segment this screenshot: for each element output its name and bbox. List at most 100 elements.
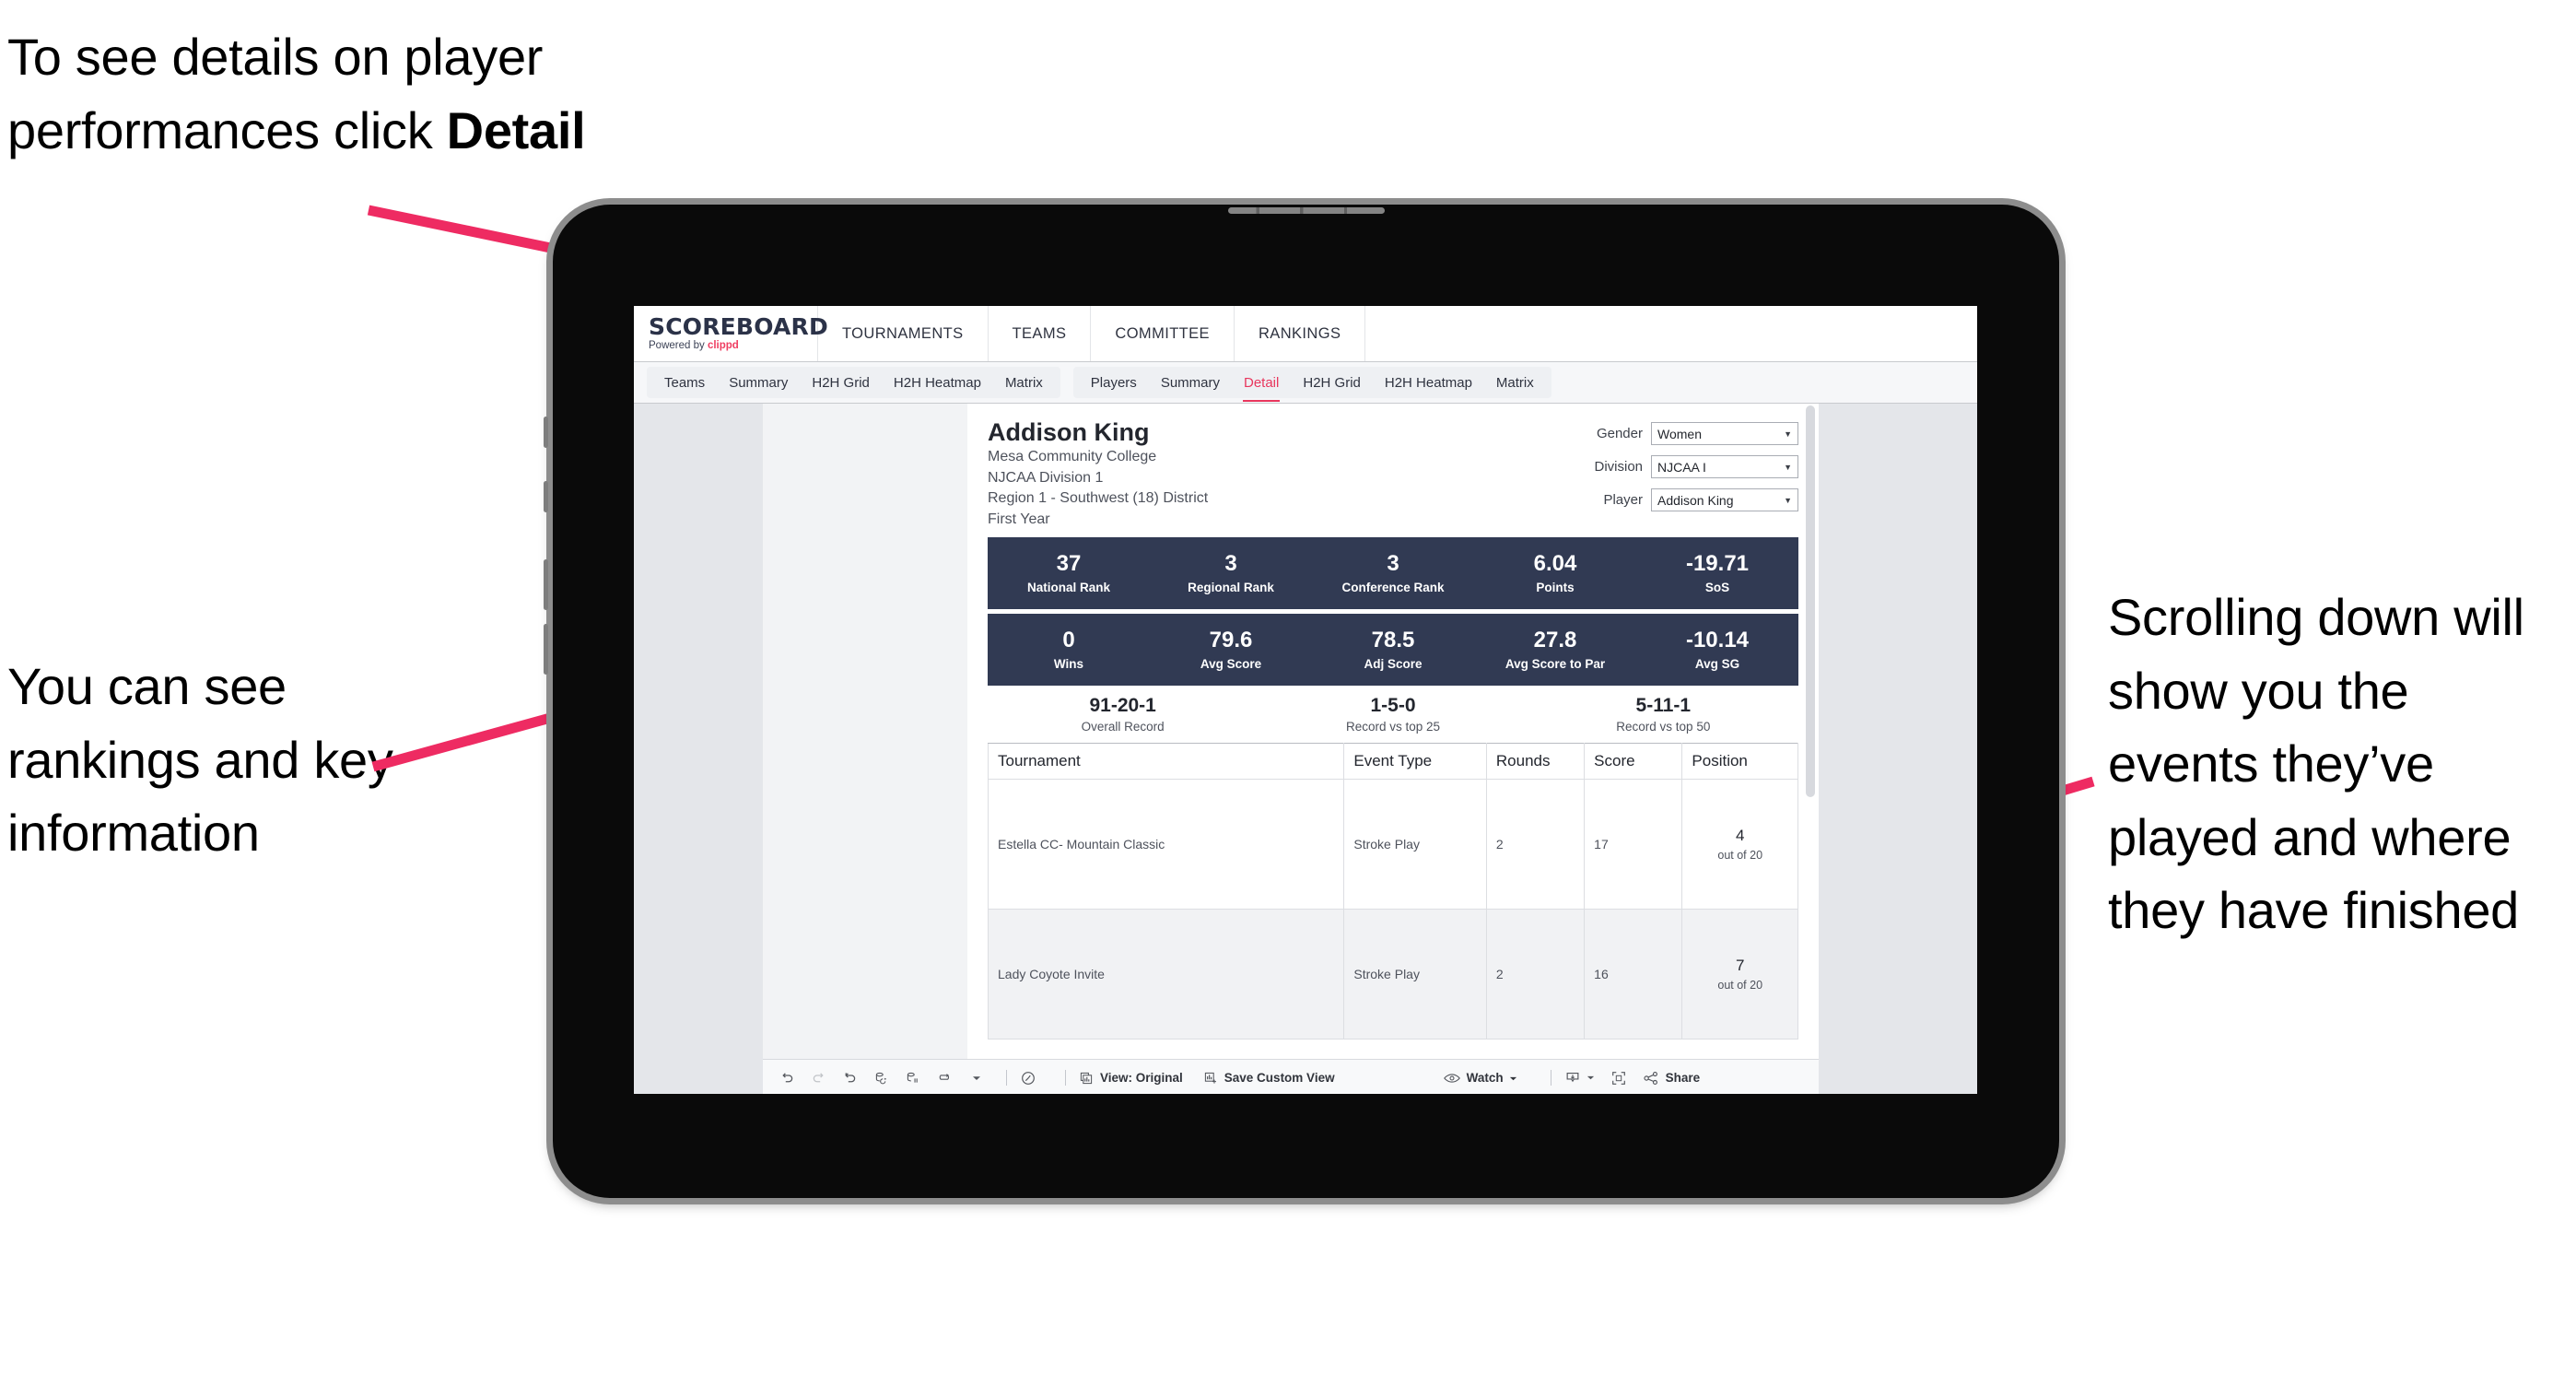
- stat-label: Avg Score: [1200, 657, 1262, 672]
- save-custom-view-button[interactable]: Save Custom View: [1203, 1071, 1335, 1086]
- redo-icon[interactable]: [811, 1070, 826, 1086]
- chevron-down-icon: ▼: [1784, 462, 1792, 472]
- stat-value: 78.5: [1371, 627, 1415, 652]
- stat-value: 79.6: [1209, 627, 1253, 652]
- fullscreen-icon[interactable]: [1610, 1070, 1627, 1086]
- record-label: Overall Record: [1081, 719, 1165, 734]
- position-rank: 7: [1735, 957, 1745, 975]
- table-header-row: Tournament Event Type Rounds Score Posit…: [987, 742, 1798, 780]
- tab-players-summary[interactable]: Summary: [1149, 367, 1232, 398]
- refresh-data-icon[interactable]: [873, 1070, 889, 1086]
- pan-dropdown-caret-icon[interactable]: [972, 1074, 981, 1083]
- tab-group-teams: Teams Summary H2H Grid H2H Heatmap Matri…: [647, 367, 1060, 398]
- stat-value: 27.8: [1533, 627, 1577, 652]
- filter-panel: Gender Women ▼ Division NJCAA I ▼ Player…: [1594, 418, 1798, 531]
- nav-teams[interactable]: TEAMS: [989, 306, 1092, 361]
- undo-icon[interactable]: [779, 1070, 795, 1086]
- watch-label: Watch: [1466, 1071, 1504, 1085]
- filter-player: Player Addison King ▼: [1594, 488, 1798, 511]
- tablet-volume-down: [544, 624, 548, 675]
- stat-label: Avg SG: [1694, 657, 1740, 672]
- share-label: Share: [1665, 1071, 1701, 1085]
- tab-players-h2h-heatmap[interactable]: H2H Heatmap: [1373, 367, 1484, 398]
- chevron-down-icon: [1509, 1071, 1517, 1086]
- table-row[interactable]: Lady Coyote Invite Stroke Play 2 16 7 ou…: [987, 908, 1798, 1040]
- logo-wordmark: SCOREBOARD: [649, 313, 828, 341]
- share-button[interactable]: Share: [1643, 1071, 1701, 1086]
- stat-label: Points: [1536, 581, 1575, 595]
- cell-position: 7 out of 20: [1681, 908, 1798, 1040]
- position-rank: 4: [1735, 827, 1745, 845]
- share-icon: [1643, 1071, 1659, 1086]
- pause-data-icon[interactable]: [905, 1070, 920, 1086]
- column-header-position[interactable]: Position: [1681, 742, 1798, 780]
- stat-points: 6.04 Points: [1474, 552, 1636, 594]
- eye-icon: [1443, 1072, 1460, 1085]
- tab-teams-h2h-grid[interactable]: H2H Grid: [800, 367, 882, 398]
- cell-score: 16: [1584, 908, 1683, 1040]
- stat-label: Avg Score to Par: [1505, 657, 1606, 672]
- stat-adj-score: 78.5 Adj Score: [1312, 628, 1474, 671]
- stat-value: 37: [1056, 550, 1082, 576]
- tournaments-table: Tournament Event Type Rounds Score Posit…: [987, 742, 1798, 1040]
- filter-gender: Gender Women ▼: [1594, 422, 1798, 445]
- record-vs-top-50: 5-11-1 Record vs top 50: [1528, 695, 1798, 734]
- tab-teams-matrix[interactable]: Matrix: [993, 367, 1055, 398]
- dashboard-canvas: Addison King Mesa Community College NJCA…: [634, 404, 1977, 1094]
- app-logo[interactable]: SCOREBOARD Powered by clippd: [634, 306, 828, 361]
- player-detail-card: Addison King Mesa Community College NJCA…: [967, 404, 1819, 1059]
- record-value: 1-5-0: [1370, 694, 1416, 716]
- dashboard-sheet: Addison King Mesa Community College NJCA…: [763, 404, 1819, 1094]
- nav-tournaments[interactable]: TOURNAMENTS: [818, 306, 989, 361]
- watch-button[interactable]: Watch: [1443, 1071, 1517, 1086]
- download-icon[interactable]: [1564, 1070, 1581, 1086]
- tablet-device: SCOREBOARD Powered by clippd TOURNAMENTS…: [544, 205, 2059, 1198]
- annotation-top-left-bold: Detail: [446, 100, 586, 159]
- tablet-volume-up: [544, 559, 548, 610]
- pan-icon[interactable]: [936, 1070, 956, 1086]
- column-header-score[interactable]: Score: [1584, 742, 1683, 780]
- cell-tournament: Lady Coyote Invite: [987, 908, 1345, 1040]
- annotation-top-left: To see details on player performances cl…: [7, 20, 615, 167]
- vertical-scrollbar[interactable]: [1806, 405, 1815, 797]
- stat-label: National Rank: [1026, 581, 1111, 595]
- table-row[interactable]: Estella CC- Mountain Classic Stroke Play…: [987, 778, 1798, 910]
- column-header-rounds[interactable]: Rounds: [1485, 742, 1586, 780]
- tab-teams-summary[interactable]: Summary: [717, 367, 800, 398]
- save-custom-view-label: Save Custom View: [1224, 1071, 1335, 1085]
- filter-gender-label: Gender: [1596, 426, 1643, 441]
- nav-committee[interactable]: COMMITTEE: [1091, 306, 1235, 361]
- tab-players-h2h-grid[interactable]: H2H Grid: [1291, 367, 1373, 398]
- tab-teams[interactable]: Teams: [652, 367, 717, 398]
- filter-gender-select[interactable]: Women ▼: [1651, 422, 1798, 445]
- save-view-icon: [1203, 1071, 1218, 1086]
- stat-label: Regional Rank: [1188, 581, 1274, 595]
- highlight-icon[interactable]: [1020, 1070, 1036, 1086]
- column-header-tournament[interactable]: Tournament: [987, 742, 1345, 780]
- view-icon: [1079, 1071, 1094, 1086]
- filter-player-select[interactable]: Addison King ▼: [1651, 488, 1798, 511]
- stat-conference-rank: 3 Conference Rank: [1312, 552, 1474, 594]
- cell-event-type: Stroke Play: [1343, 778, 1487, 910]
- column-header-event-type[interactable]: Event Type: [1343, 742, 1487, 780]
- tab-players-detail[interactable]: Detail: [1232, 367, 1291, 402]
- download-dropdown-caret-icon[interactable]: [1587, 1074, 1595, 1082]
- cell-event-type: Stroke Play: [1343, 908, 1487, 1040]
- stat-avg-score-to-par: 27.8 Avg Score to Par: [1474, 628, 1636, 671]
- toolbar-divider: [1006, 1070, 1007, 1086]
- tab-players-matrix[interactable]: Matrix: [1484, 367, 1546, 398]
- tablet-button-1: [544, 417, 548, 448]
- tab-teams-h2h-heatmap[interactable]: H2H Heatmap: [882, 367, 993, 398]
- stat-value: 3: [1224, 550, 1237, 576]
- filter-division-select[interactable]: NJCAA I ▼: [1651, 455, 1798, 478]
- record-label: Record vs top 50: [1616, 719, 1711, 734]
- tab-players[interactable]: Players: [1079, 367, 1149, 398]
- dashboard-toolbar: View: Original Save Custom View Watch Sh…: [763, 1059, 1819, 1094]
- stat-value: -19.71: [1685, 550, 1750, 576]
- nav-rankings[interactable]: RANKINGS: [1235, 306, 1366, 361]
- revert-icon[interactable]: [842, 1070, 858, 1086]
- annotation-right: Scrolling down will show you the events …: [2108, 588, 2524, 940]
- stat-wins: 0 Wins: [988, 628, 1150, 671]
- view-original-button[interactable]: View: Original: [1079, 1071, 1183, 1086]
- stat-avg-sg: -10.14 Avg SG: [1636, 628, 1798, 671]
